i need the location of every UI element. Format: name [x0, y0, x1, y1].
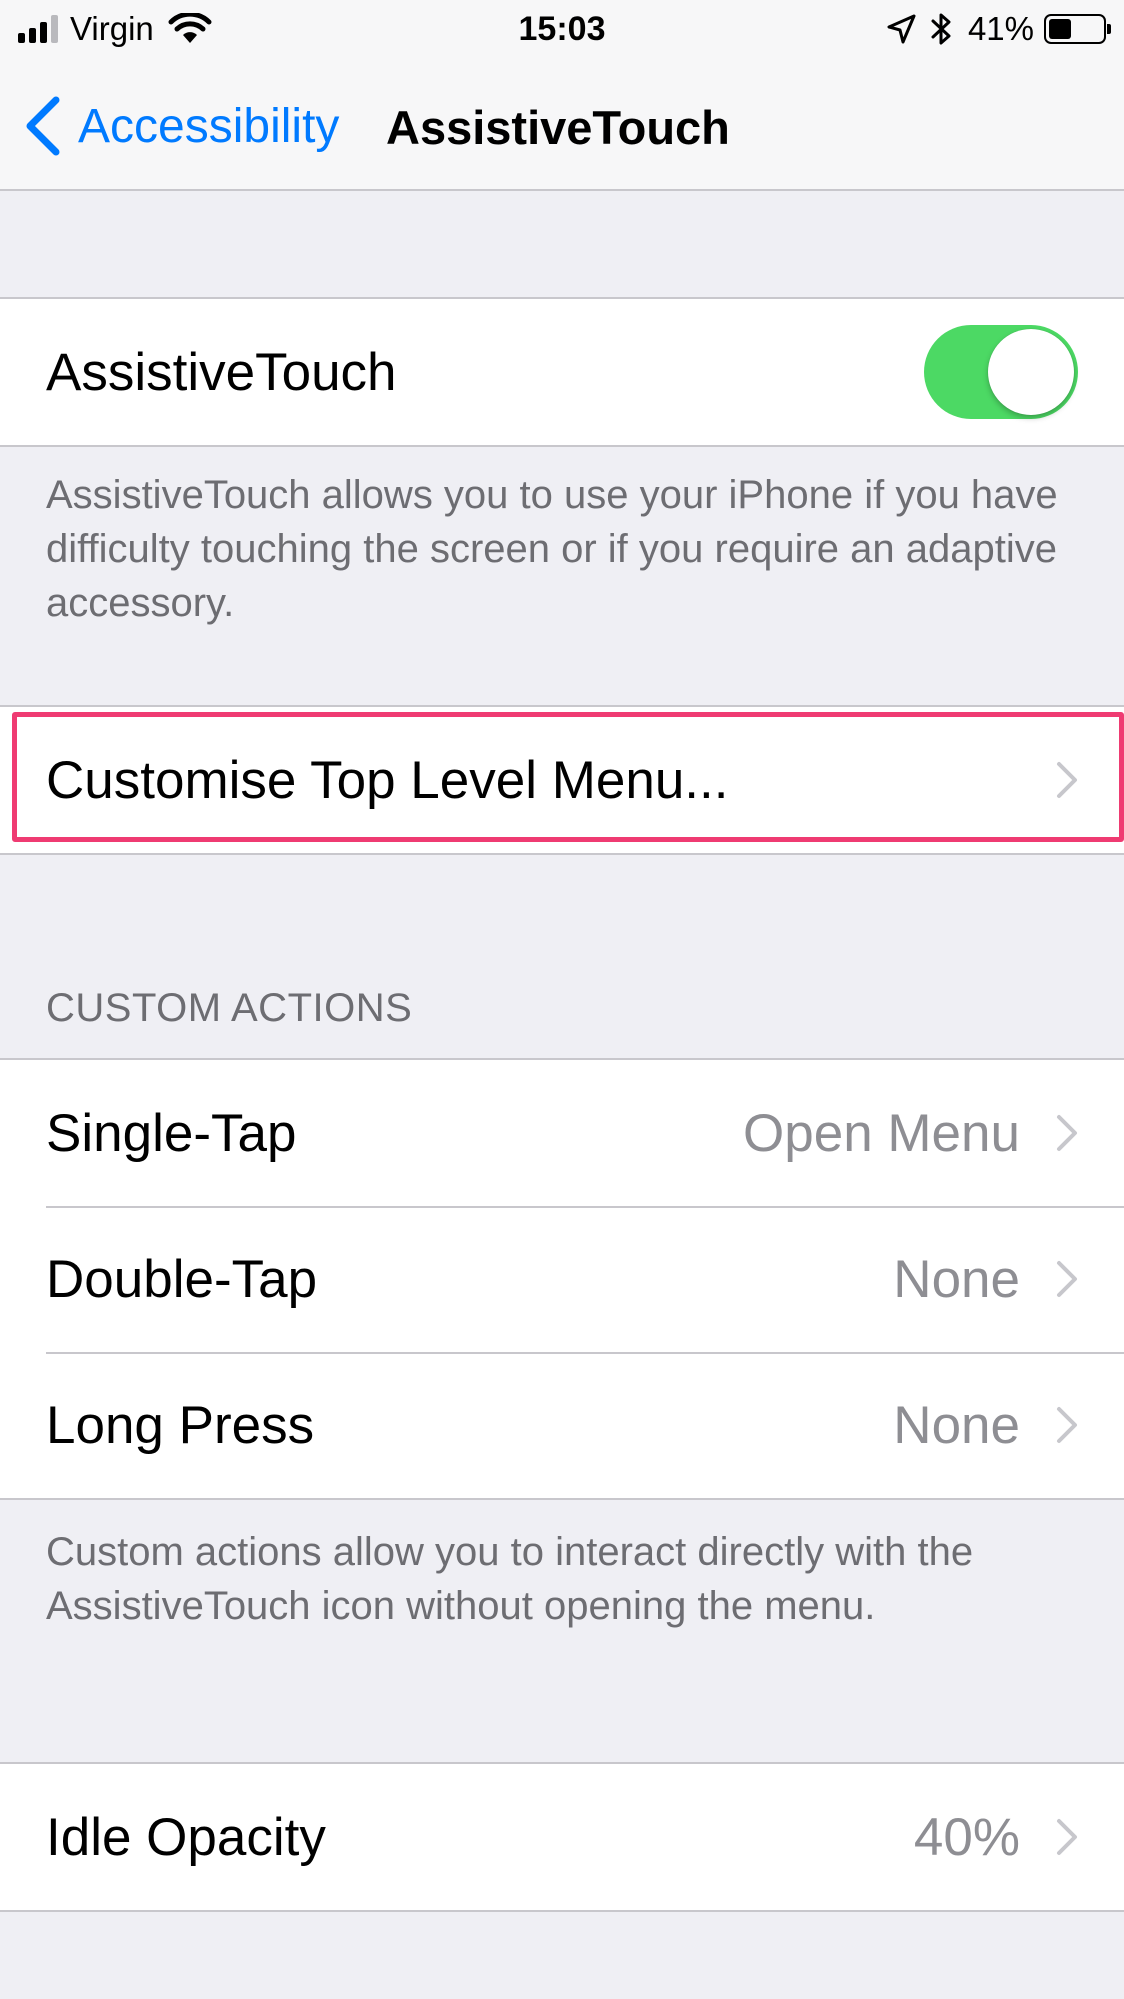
idle-opacity-group: Idle Opacity 40% — [0, 1762, 1124, 1912]
page-title: AssistiveTouch — [386, 101, 730, 154]
chevron-right-icon — [1057, 1115, 1077, 1151]
assistivetouch-description: AssistiveTouch allows you to use your iP… — [46, 473, 1058, 625]
single-tap-label: Single-Tap — [46, 1103, 297, 1163]
double-tap-row[interactable]: Double-Tap None — [0, 1206, 1124, 1352]
long-press-label: Long Press — [46, 1395, 315, 1455]
chevron-left-icon — [26, 96, 60, 156]
idle-opacity-label: Idle Opacity — [46, 1807, 326, 1867]
chevron-right-icon — [1057, 1261, 1077, 1297]
location-icon — [887, 14, 916, 44]
custom-actions-group: Single-Tap Open Menu Double-Tap None Lon… — [0, 1058, 1124, 1500]
chevron-right-icon — [1057, 762, 1077, 798]
single-tap-value: Open Menu — [743, 1103, 1020, 1163]
status-bar: Virgin 15:03 41% — [0, 0, 1124, 60]
customise-menu-label: Customise Top Level Menu... — [46, 750, 729, 810]
status-right: 41% — [886, 10, 1111, 48]
double-tap-label: Double-Tap — [46, 1249, 318, 1309]
battery-percent: 41% — [967, 10, 1034, 47]
back-label: Accessibility — [78, 99, 340, 153]
chevron-right-icon — [1057, 1407, 1077, 1443]
assistivetouch-group: AssistiveTouch — [0, 297, 1124, 447]
customise-menu-row[interactable]: Customise Top Level Menu... — [0, 707, 1124, 853]
assistivetouch-toggle[interactable] — [924, 325, 1078, 419]
menu-group: Customise Top Level Menu... — [0, 705, 1124, 855]
custom-actions-header: CUSTOM ACTIONS — [46, 986, 413, 1030]
single-tap-row[interactable]: Single-Tap Open Menu — [0, 1060, 1124, 1206]
chevron-right-icon — [1057, 1819, 1077, 1855]
bluetooth-icon — [931, 13, 951, 45]
assistivetouch-label: AssistiveTouch — [46, 342, 397, 402]
idle-opacity-row[interactable]: Idle Opacity 40% — [0, 1764, 1124, 1910]
assistivetouch-row: AssistiveTouch — [0, 299, 1124, 445]
custom-actions-description: Custom actions allow you to interact dir… — [46, 1530, 974, 1628]
battery-icon — [1044, 14, 1111, 44]
long-press-value: None — [893, 1395, 1020, 1455]
back-button[interactable]: Accessibility — [22, 95, 339, 157]
idle-opacity-value: 40% — [913, 1807, 1020, 1867]
double-tap-value: None — [893, 1249, 1020, 1309]
nav-bar: Accessibility AssistiveTouch — [0, 60, 1124, 191]
toggle-knob — [988, 329, 1074, 415]
long-press-row[interactable]: Long Press None — [0, 1352, 1124, 1498]
